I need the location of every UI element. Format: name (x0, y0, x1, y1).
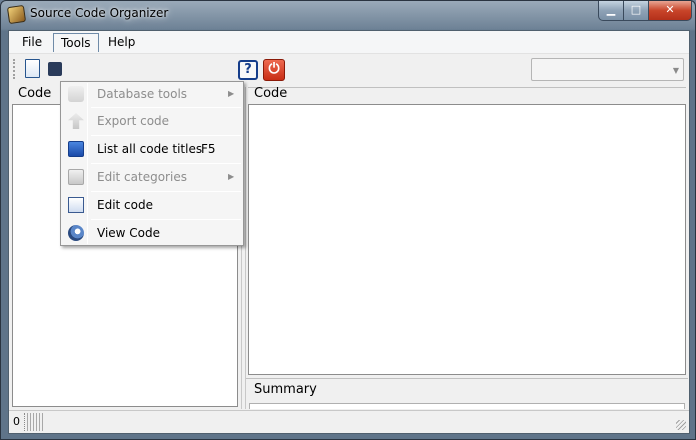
close-button[interactable]: ✕ (648, 1, 692, 21)
menu-separator (91, 135, 241, 136)
power-icon: ⏻ (263, 59, 285, 81)
menu-item-view-code[interactable]: View Code (63, 222, 241, 244)
help-button[interactable]: ? (237, 58, 259, 80)
menu-item-edit-categories[interactable]: Edit categories ▶ (63, 166, 241, 188)
menu-separator (91, 107, 241, 108)
title-bar[interactable]: Source Code Organizer ▁ □ ✕ (1, 1, 695, 29)
open-button[interactable] (45, 58, 67, 80)
client-area: File Tools Help ? ⏻ ▼ Code Code Summary … (8, 30, 690, 434)
submenu-arrow-icon: ▶ (228, 89, 235, 98)
menu-item-label: Edit categories (97, 170, 187, 184)
menu-separator (91, 163, 241, 164)
toolbar-grip[interactable] (13, 59, 16, 79)
toolbar: ? ⏻ ▼ (9, 53, 689, 83)
menu-gutter (87, 83, 88, 244)
menu-item-label: Database tools (97, 87, 188, 101)
menu-item-edit-code[interactable]: Edit code (63, 194, 241, 216)
resize-grip[interactable] (676, 420, 686, 430)
maximize-button[interactable]: □ (623, 1, 649, 21)
code-header (248, 87, 686, 103)
submenu-arrow-icon: ▶ (228, 172, 235, 181)
minimize-button[interactable]: ▁ (598, 1, 624, 21)
menu-item-database-tools[interactable]: Database tools ▶ (63, 83, 241, 105)
menu-tools[interactable]: Tools (53, 33, 99, 52)
menu-separator (91, 219, 241, 220)
menu-item-export-code[interactable]: Export code (63, 110, 241, 132)
open-icon (48, 62, 62, 76)
code-pane-label: Code (254, 86, 288, 101)
app-window: Source Code Organizer ▁ □ ✕ File Tools H… (0, 0, 696, 440)
categories-icon (68, 169, 84, 185)
help-icon: ? (238, 60, 258, 80)
status-count: 0 (13, 415, 20, 428)
menu-item-label: View Code (97, 226, 161, 240)
menu-item-list-all-code-titles[interactable]: List all code titles F5 (63, 138, 241, 160)
window-title: Source Code Organizer (30, 6, 169, 20)
menu-file[interactable]: File (15, 33, 49, 52)
summary-label: Summary (254, 382, 317, 397)
summary-section: Summary (246, 378, 688, 409)
menu-item-label: Export code (97, 114, 170, 128)
database-icon (68, 86, 84, 102)
tools-menu: Database tools ▶ Export code List all co… (60, 81, 244, 246)
list-icon (68, 141, 84, 157)
menu-item-shortcut: F5 (201, 142, 216, 156)
menu-help[interactable]: Help (101, 33, 142, 52)
summary-textarea[interactable] (249, 403, 685, 409)
menu-item-label: Edit code (97, 198, 153, 212)
app-icon (6, 4, 27, 25)
status-bar: 0 (9, 410, 689, 433)
status-divider (24, 413, 44, 431)
menu-separator (91, 191, 241, 192)
category-combo[interactable]: ▼ (531, 58, 684, 81)
new-code-button[interactable] (21, 58, 43, 80)
chevron-down-icon: ▼ (672, 66, 679, 75)
export-icon (68, 113, 84, 129)
code-textarea[interactable] (248, 104, 686, 375)
exit-button[interactable]: ⏻ (263, 58, 285, 81)
new-document-icon (25, 59, 40, 78)
edit-icon (68, 197, 84, 213)
view-icon (68, 225, 84, 241)
menu-bar: File Tools Help (9, 31, 689, 53)
left-pane-label: Code (18, 86, 52, 101)
menu-item-label: List all code titles (97, 142, 203, 156)
